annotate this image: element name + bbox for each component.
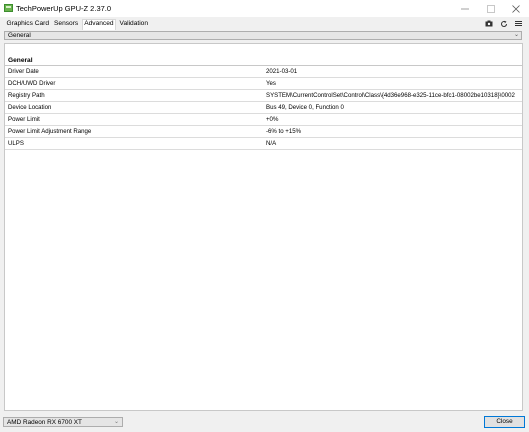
tab-advanced[interactable]: Advanced (81, 19, 117, 30)
property-key: Power Limit Adjustment Range (8, 128, 92, 135)
property-table: Driver Date 2021-03-01 DCH/UWD Driver Ye… (5, 66, 522, 150)
property-value: SYSTEM\CurrentControlSet\Control\Class\{… (266, 92, 515, 99)
maximize-icon (487, 4, 495, 13)
tab-sensors[interactable]: Sensors (53, 19, 80, 29)
tab-validation[interactable]: Validation (118, 19, 149, 29)
camera-icon[interactable] (484, 19, 493, 28)
table-row: Power Limit +0% (5, 114, 522, 126)
property-key: Power Limit (8, 116, 40, 123)
property-key: ULPS (8, 140, 24, 147)
table-row: Driver Date 2021-03-01 (5, 66, 522, 78)
gpuz-app-icon (4, 4, 13, 12)
tab-graphics-card[interactable]: Graphics Card (5, 19, 51, 29)
toolbar (484, 19, 523, 28)
property-key: DCH/UWD Driver (8, 80, 56, 87)
table-row: Power Limit Adjustment Range -6% to +15% (5, 126, 522, 138)
close-icon (512, 4, 520, 13)
property-key: Driver Date (8, 68, 39, 75)
panel-header: General (5, 52, 522, 66)
chevron-down-icon: ⌄ (513, 32, 519, 38)
property-value: N/A (266, 140, 277, 147)
section-dropdown-value: General (8, 32, 31, 39)
refresh-icon[interactable] (499, 19, 508, 28)
advanced-panel: General Driver Date 2021-03-01 DCH/UWD D… (4, 43, 523, 411)
property-value: 2021-03-01 (266, 68, 298, 75)
close-window-button[interactable] (503, 0, 529, 17)
minimize-button[interactable] (452, 0, 478, 17)
table-row: DCH/UWD Driver Yes (5, 78, 522, 90)
window-title: TechPowerUp GPU-Z 2.37.0 (16, 4, 112, 13)
property-value: Yes (266, 80, 276, 87)
minimize-icon (461, 8, 469, 9)
gpuz-window: TechPowerUp GPU-Z 2.37.0 Graphics Card S… (0, 0, 529, 432)
title-bar: TechPowerUp GPU-Z 2.37.0 (0, 0, 529, 17)
panel-title: General (8, 57, 33, 64)
chevron-down-icon: ⌄ (113, 419, 119, 425)
property-key: Device Location (8, 104, 52, 111)
property-value: +0% (266, 116, 279, 123)
section-dropdown[interactable]: General ⌄ (4, 31, 522, 40)
property-key: Registry Path (8, 92, 45, 99)
menu-icon[interactable] (514, 19, 523, 28)
table-row: Registry Path SYSTEM\CurrentControlSet\C… (5, 90, 522, 102)
maximize-button[interactable] (478, 0, 504, 17)
table-row: ULPS N/A (5, 138, 522, 150)
gpu-dropdown[interactable]: AMD Radeon RX 6700 XT ⌄ (3, 417, 123, 427)
property-value: Bus 49, Device 0, Function 0 (266, 104, 344, 111)
table-row: Device Location Bus 49, Device 0, Functi… (5, 102, 522, 114)
gpu-dropdown-value: AMD Radeon RX 6700 XT (7, 419, 82, 426)
property-value: -6% to +15% (266, 128, 302, 135)
tab-bar: Graphics Card Sensors Advanced Validatio… (5, 19, 152, 30)
close-button[interactable]: Close (484, 416, 525, 428)
